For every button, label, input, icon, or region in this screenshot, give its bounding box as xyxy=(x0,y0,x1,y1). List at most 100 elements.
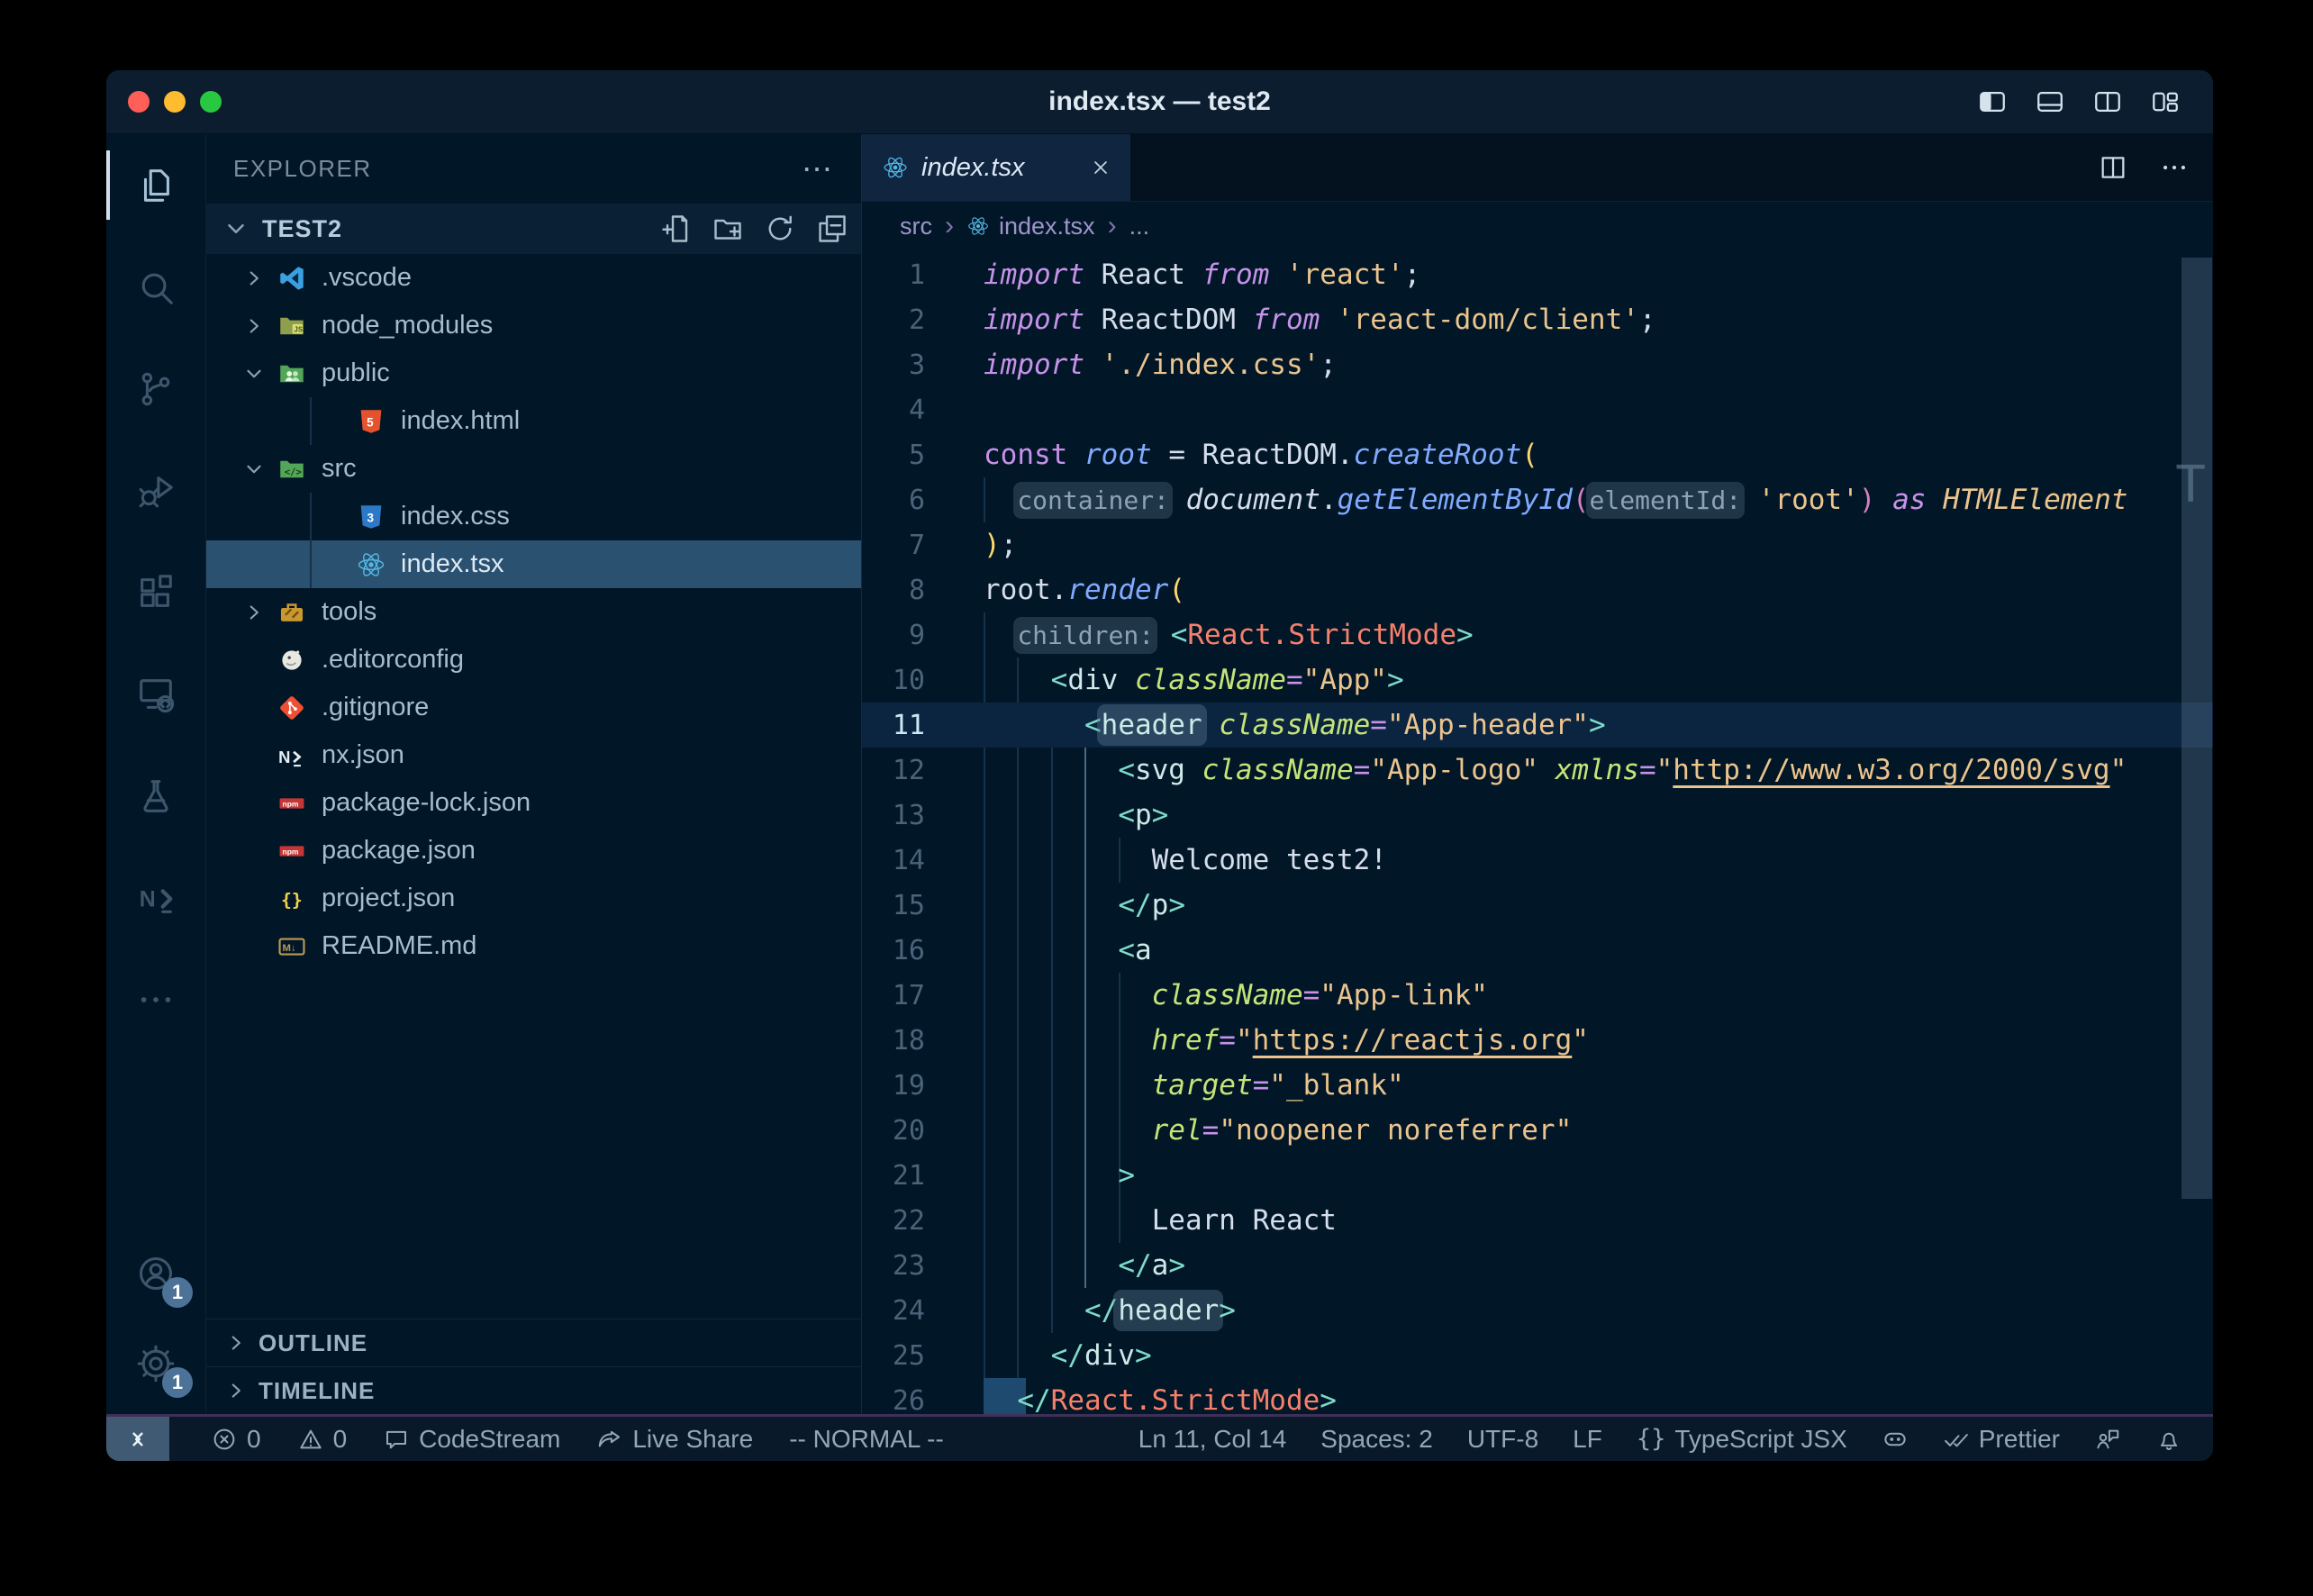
activity-search-button[interactable] xyxy=(106,236,205,338)
tree-item--vscode[interactable]: .vscode xyxy=(206,254,861,302)
feedback-icon xyxy=(2094,1426,2121,1453)
comment-icon xyxy=(383,1426,410,1453)
line-number: 20 xyxy=(862,1109,925,1154)
status-prettier[interactable]: Prettier xyxy=(1943,1417,2060,1461)
status-copilot[interactable] xyxy=(1882,1417,1909,1461)
tree-item-package-lock-json[interactable]: npmpackage-lock.json xyxy=(206,779,861,827)
sidebar-explorer: EXPLORER ⋯ TEST2 .vscodeJSnode_modulespu… xyxy=(206,134,862,1414)
status-indentation[interactable]: Spaces: 2 xyxy=(1320,1417,1433,1461)
braces-icon: {} xyxy=(1637,1425,1666,1453)
minimize-window-button[interactable] xyxy=(164,91,186,113)
tab-index-tsx[interactable]: index.tsx xyxy=(862,134,1130,201)
activity-nx-console-button[interactable]: N xyxy=(106,847,205,948)
status-cursor-position[interactable]: Ln 11, Col 14 xyxy=(1138,1417,1287,1461)
line-number: 24 xyxy=(862,1289,925,1334)
status-warnings[interactable]: 0 xyxy=(297,1417,348,1461)
testing-icon xyxy=(135,775,177,817)
tree-item-index-css[interactable]: 3index.css xyxy=(206,493,861,540)
status-encoding[interactable]: UTF-8 xyxy=(1467,1417,1538,1461)
tree-item-public[interactable]: public xyxy=(206,349,861,397)
new-folder-button[interactable] xyxy=(712,213,744,245)
panel-timeline[interactable]: TIMELINE xyxy=(206,1366,861,1414)
code-line-6: 6 container: document.getElementById(ele… xyxy=(862,477,2213,522)
status-language-mode[interactable]: {}TypeScript JSX xyxy=(1637,1417,1847,1461)
tree-item--editorconfig[interactable]: .editorconfig xyxy=(206,636,861,684)
activity-files-button[interactable] xyxy=(106,134,205,236)
vertical-scrollbar[interactable] xyxy=(2181,258,2212,1199)
run-debug-icon xyxy=(135,470,177,512)
status-remote-indicator[interactable] xyxy=(106,1417,169,1461)
tree-item-package-json[interactable]: npmpackage.json xyxy=(206,827,861,875)
tree-item-src[interactable]: </>src xyxy=(206,445,861,493)
status-eol[interactable]: LF xyxy=(1573,1417,1602,1461)
code-line-21: 21 > xyxy=(862,1153,2213,1198)
tree-item-nx-json[interactable]: Nnx.json xyxy=(206,731,861,779)
line-content: </React.StrictMode> xyxy=(984,1384,1337,1414)
code-line-20: 20 rel="noopener noreferrer" xyxy=(862,1108,2213,1153)
badge: 1 xyxy=(162,1367,193,1398)
code-line-10: 10 <div className="App"> xyxy=(862,657,2213,703)
activity-extensions-button[interactable] xyxy=(106,541,205,643)
svg-text:M↓: M↓ xyxy=(283,943,296,954)
tree-item-project-json[interactable]: {}project.json xyxy=(206,875,861,922)
new-file-button[interactable] xyxy=(659,213,692,245)
activity-account-button[interactable]: 1 xyxy=(106,1229,205,1319)
toggle-panel-button[interactable] xyxy=(2035,86,2065,117)
line-content: </div> xyxy=(984,1339,1152,1372)
activity-source-control-button[interactable] xyxy=(106,338,205,440)
activity-testing-button[interactable] xyxy=(106,745,205,847)
customize-layout-button[interactable] xyxy=(2150,86,2181,117)
activity-bar: N 1 1 xyxy=(106,134,206,1414)
panel-outline[interactable]: OUTLINE xyxy=(206,1319,861,1366)
tree-item-index-html[interactable]: 5index.html xyxy=(206,397,861,445)
activity-run-debug-button[interactable] xyxy=(106,440,205,541)
activity-more-button[interactable] xyxy=(106,948,205,1050)
status-vim-mode[interactable]: -- NORMAL -- xyxy=(789,1417,944,1461)
breadcrumb-src[interactable]: src xyxy=(900,213,932,240)
line-content: className="App-link" xyxy=(984,979,1488,1011)
status-codestream[interactable]: CodeStream xyxy=(383,1417,560,1461)
refresh-button[interactable] xyxy=(764,213,796,245)
share-icon xyxy=(596,1426,623,1453)
ellipsis-button[interactable] xyxy=(2159,152,2190,183)
status-live-share[interactable]: Live Share xyxy=(596,1417,753,1461)
css-icon: 3 xyxy=(356,502,386,532)
breadcrumb-index-tsx[interactable]: index.tsx xyxy=(966,213,1095,240)
explorer-more-actions-button[interactable]: ⋯ xyxy=(802,151,834,187)
tree-item-node-modules[interactable]: JSnode_modules xyxy=(206,302,861,349)
tree-item--gitignore[interactable]: .gitignore xyxy=(206,684,861,731)
tree-item-tools[interactable]: tools xyxy=(206,588,861,636)
tree-item-README-md[interactable]: M↓ README.md xyxy=(206,922,861,970)
code-editor[interactable]: 1import React from 'react';2import React… xyxy=(862,250,2213,1414)
code-line-22: 22 Learn React xyxy=(862,1198,2213,1243)
collapse-all-button[interactable] xyxy=(816,213,848,245)
line-number: 8 xyxy=(862,568,925,613)
folder-public-icon xyxy=(277,358,307,389)
status-feedback[interactable] xyxy=(2094,1417,2121,1461)
zoom-window-button[interactable] xyxy=(200,91,222,113)
file-label: README.md xyxy=(322,931,476,961)
close-window-button[interactable] xyxy=(128,91,150,113)
npm-icon: npm xyxy=(277,788,307,819)
copilot-icon xyxy=(1882,1426,1909,1453)
nx-console-icon: N xyxy=(135,877,177,919)
remote-ind-icon xyxy=(124,1426,151,1453)
status-errors[interactable]: 0 xyxy=(211,1417,261,1461)
tree-item-index-tsx[interactable]: index.tsx xyxy=(206,540,861,588)
activity-settings-button[interactable]: 1 xyxy=(106,1319,205,1409)
activity-remote-explorer-button[interactable] xyxy=(106,643,205,745)
close-tab-icon[interactable] xyxy=(1089,156,1112,179)
breadcrumb--[interactable]: ... xyxy=(1129,213,1150,240)
line-number: 5 xyxy=(862,433,925,478)
split-editor-sm-button[interactable] xyxy=(2098,152,2128,183)
code-line-24: 24 </header> xyxy=(862,1288,2213,1333)
toggle-sidebar-button[interactable] xyxy=(1977,86,2008,117)
explorer-section-test2[interactable]: TEST2 xyxy=(206,204,861,254)
status-notifications[interactable] xyxy=(2155,1417,2182,1461)
line-content: </p> xyxy=(984,889,1185,921)
file-label: .vscode xyxy=(322,263,412,293)
workbench: N 11 EXPLORER ⋯ TEST2 .vscodeJSnode_modu… xyxy=(106,134,2213,1414)
split-editor-button[interactable] xyxy=(2092,86,2123,117)
react-icon xyxy=(356,549,386,580)
svg-text:npm: npm xyxy=(283,847,299,856)
